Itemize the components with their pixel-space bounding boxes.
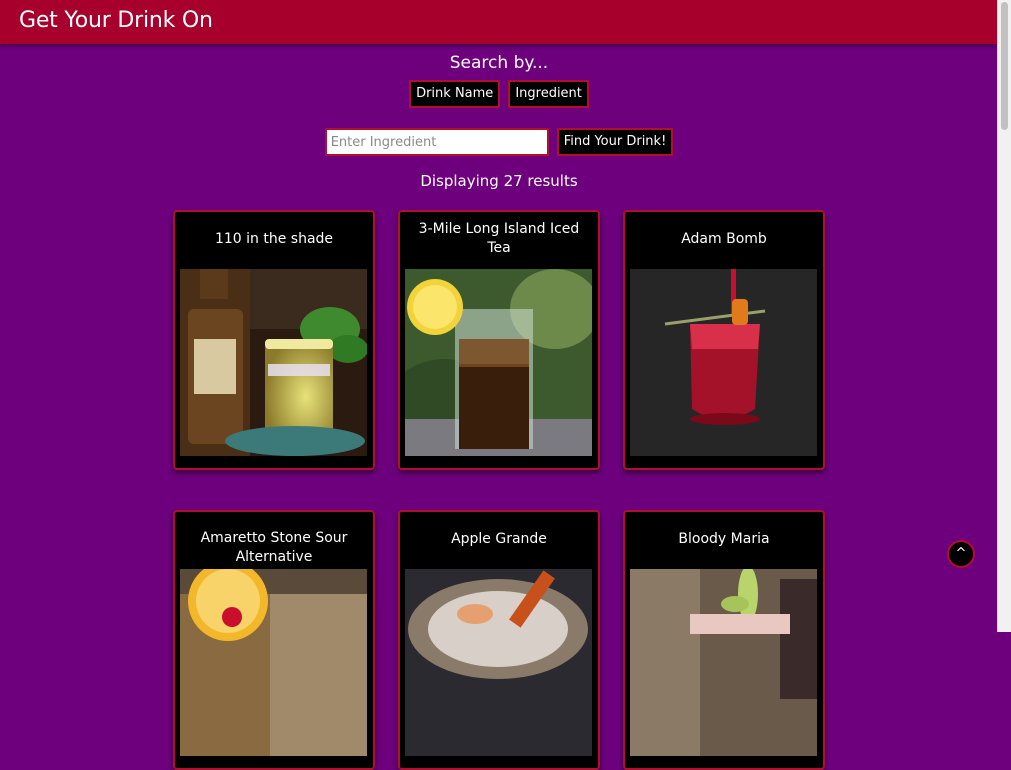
- search-mode-buttons: Drink Name Ingredient: [0, 80, 998, 108]
- drink-card[interactable]: Apple Grande: [398, 510, 600, 770]
- app-title: Get Your Drink On: [19, 8, 213, 33]
- results-count: Displaying 27 results: [420, 172, 578, 190]
- drink-image: [630, 569, 817, 756]
- drink-card[interactable]: Bloody Maria: [623, 510, 825, 770]
- drink-name: 110 in the shade: [214, 230, 334, 247]
- drink-card[interactable]: Amaretto Stone Sour Alternative: [173, 510, 375, 770]
- search-row: Find Your Drink!: [0, 128, 998, 156]
- drink-name: Adam Bomb: [681, 230, 767, 247]
- find-drink-button[interactable]: Find Your Drink!: [556, 128, 674, 156]
- drink-card[interactable]: Adam Bomb: [623, 210, 825, 470]
- app-header: Get Your Drink On: [0, 0, 998, 44]
- drink-image: [630, 269, 817, 456]
- drink-name: 3-Mile Long Island Iced Tea: [418, 221, 580, 256]
- drink-image: [405, 269, 592, 456]
- drink-image: [180, 269, 367, 456]
- drink-image: [180, 569, 367, 756]
- drink-name-button[interactable]: Drink Name: [409, 80, 501, 108]
- drink-name: Apple Grande: [451, 530, 547, 547]
- drink-name: Amaretto Stone Sour Alternative: [200, 530, 348, 565]
- drink-card[interactable]: 110 in the shade: [173, 210, 375, 470]
- drink-name: Bloody Maria: [678, 530, 770, 547]
- drink-card[interactable]: 3-Mile Long Island Iced Tea: [398, 210, 600, 470]
- search-by-heading: Search by...: [449, 53, 549, 73]
- ingredient-search-input[interactable]: [324, 128, 549, 156]
- drink-image: [405, 569, 592, 756]
- ingredient-button[interactable]: Ingredient: [508, 80, 589, 108]
- scroll-to-top-button[interactable]: ^: [947, 540, 975, 568]
- scrollbar-thumb[interactable]: [1001, 2, 1008, 130]
- page-scrollbar[interactable]: [997, 0, 1011, 632]
